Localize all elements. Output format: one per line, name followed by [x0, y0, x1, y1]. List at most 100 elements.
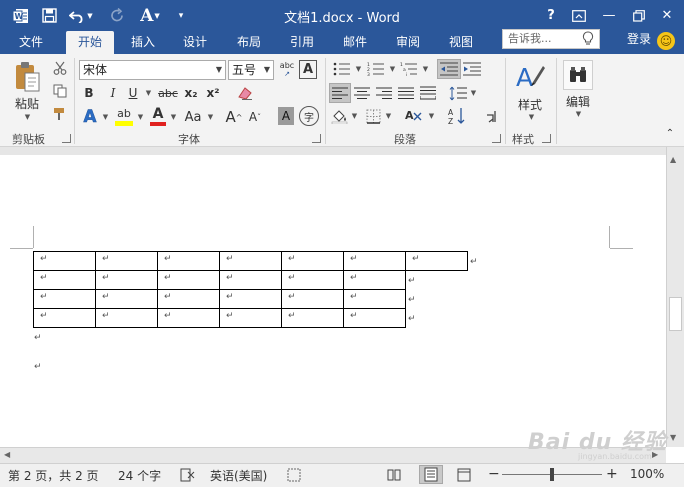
language-status[interactable]: 英语(美国)	[210, 467, 267, 484]
table-cell[interactable]: ↵	[281, 308, 344, 328]
table-cell[interactable]: ↵	[343, 270, 406, 290]
shading-dropdown-icon[interactable]: ▼	[349, 106, 359, 126]
italic-button[interactable]: I	[104, 84, 122, 102]
paste-button[interactable]: 粘贴	[8, 95, 46, 111]
zoom-level[interactable]: 100%	[630, 467, 664, 481]
table-cell[interactable]: ↵	[33, 289, 96, 309]
change-case-dropdown-icon[interactable]: ▼	[205, 106, 215, 128]
paragraph-shading-icon[interactable]	[329, 106, 349, 126]
font-name-combo[interactable]: 宋体 ▼	[79, 60, 226, 80]
zoom-out-button[interactable]: −	[488, 467, 500, 481]
bold-button[interactable]: B	[80, 84, 98, 102]
table-cell[interactable]: ↵	[95, 251, 158, 271]
line-spacing-dropdown-icon[interactable]: ▼	[468, 83, 478, 103]
line-spacing-icon[interactable]	[448, 83, 468, 103]
table-cell[interactable]: ↵	[405, 251, 468, 271]
table-cell[interactable]: ↵	[281, 289, 344, 309]
editing-dropdown-icon[interactable]: ▼	[571, 109, 585, 119]
table-cell[interactable]: ↵	[219, 270, 282, 290]
tab-review[interactable]: 审阅	[385, 31, 431, 54]
tell-me-search[interactable]: 告诉我...	[502, 29, 600, 49]
table-cell[interactable]: ↵	[343, 308, 406, 328]
tab-design[interactable]: 设计	[172, 31, 218, 54]
tab-mailings[interactable]: 邮件	[332, 31, 378, 54]
tab-insert[interactable]: 插入	[120, 31, 166, 54]
proofing-icon[interactable]	[180, 468, 196, 482]
table-cell[interactable]: ↵	[33, 308, 96, 328]
table-cell[interactable]: ↵	[95, 308, 158, 328]
document-table[interactable]: ↵ ↵ ↵ ↵ ↵ ↵ ↵ ↵ ↵ ↵ ↵ ↵ ↵ ↵ ↵ ↵ ↵ ↵ ↵ ↵ …	[33, 251, 468, 328]
bullets-icon[interactable]	[331, 60, 353, 78]
font-launcher-icon[interactable]	[312, 134, 321, 143]
table-cell[interactable]: ↵	[219, 308, 282, 328]
multilevel-dropdown-icon[interactable]: ▼	[420, 60, 430, 78]
align-left-icon[interactable]	[329, 83, 351, 103]
smiley-icon[interactable]: ☺	[657, 32, 675, 50]
font-color-dropdown-icon[interactable]: ▼	[168, 106, 178, 128]
increase-indent-icon[interactable]	[461, 59, 483, 79]
scroll-left-icon[interactable]: ◀	[4, 450, 10, 459]
scroll-up-icon[interactable]: ▲	[670, 155, 676, 164]
table-cell[interactable]: ↵	[157, 289, 220, 309]
page-count-status[interactable]: 第 2 页，共 2 页	[8, 467, 99, 484]
borders-dropdown-icon[interactable]: ▼	[383, 106, 393, 126]
tab-view[interactable]: 视图	[438, 31, 484, 54]
character-border-button[interactable]: A	[299, 60, 317, 79]
bullets-dropdown-icon[interactable]: ▼	[353, 60, 363, 78]
change-case-button[interactable]: Aa	[181, 106, 205, 128]
table-cell[interactable]: ↵	[157, 251, 220, 271]
ribbon-display-options-icon[interactable]	[568, 0, 590, 31]
close-button[interactable]: ✕	[656, 0, 678, 31]
font-color-button[interactable]: A	[148, 104, 168, 128]
justify-icon[interactable]	[396, 83, 416, 103]
phonetic-guide-button[interactable]: abc ↗	[278, 60, 296, 80]
vertical-scrollbar[interactable]: ▲ ▼	[666, 147, 684, 447]
paragraph-launcher-icon[interactable]	[492, 134, 501, 143]
table-cell[interactable]: ↵	[281, 270, 344, 290]
table-cell[interactable]: ↵	[343, 289, 406, 309]
word-count-status[interactable]: 24 个字	[118, 467, 161, 484]
web-layout-icon[interactable]	[457, 468, 471, 482]
borders-icon[interactable]	[363, 106, 383, 126]
table-cell[interactable]: ↵	[33, 251, 96, 271]
highlight-dropdown-icon[interactable]: ▼	[135, 106, 145, 128]
grow-font-button[interactable]: A ^	[226, 106, 243, 128]
cut-icon[interactable]	[50, 59, 70, 77]
table-cell[interactable]: ↵	[157, 308, 220, 328]
enclose-characters-button[interactable]: 字	[299, 106, 319, 126]
table-cell[interactable]: ↵	[281, 251, 344, 271]
read-mode-icon[interactable]	[387, 468, 401, 482]
zoom-in-button[interactable]: +	[606, 467, 618, 481]
clipboard-paste-icon[interactable]	[10, 58, 44, 96]
distributed-icon[interactable]	[418, 83, 438, 103]
sort-icon[interactable]: AZ	[446, 105, 468, 127]
subscript-button[interactable]: x₂	[182, 84, 200, 102]
tab-home[interactable]: 开始	[66, 31, 114, 54]
tab-references[interactable]: 引用	[279, 31, 325, 54]
highlight-button[interactable]: ab	[113, 104, 135, 128]
shrink-font-button[interactable]: Aˇ	[247, 106, 263, 128]
collapse-ribbon-icon[interactable]: ⌃	[663, 126, 677, 140]
scroll-down-icon[interactable]: ▼	[670, 433, 676, 442]
align-right-icon[interactable]	[374, 83, 394, 103]
copy-icon[interactable]	[50, 82, 70, 100]
chinese-layout-dropdown-icon[interactable]: ▼	[426, 106, 436, 126]
editing-button[interactable]: 编辑	[560, 93, 596, 109]
align-center-icon[interactable]	[352, 83, 372, 103]
clipboard-launcher-icon[interactable]	[62, 134, 71, 143]
styles-dropdown-icon[interactable]: ▼	[524, 112, 538, 122]
underline-dropdown-icon[interactable]: ▼	[143, 84, 153, 102]
table-cell[interactable]: ↵	[219, 289, 282, 309]
macro-recording-icon[interactable]	[287, 468, 301, 482]
styles-button[interactable]: 样式	[512, 96, 548, 112]
underline-button[interactable]: U	[124, 84, 142, 102]
text-effects-button[interactable]: A	[80, 106, 100, 128]
restore-icon[interactable]	[628, 0, 650, 31]
font-size-combo[interactable]: 五号 ▼	[228, 60, 274, 80]
multilevel-list-icon[interactable]: 1ai	[398, 60, 420, 78]
styles-gallery-icon[interactable]: A	[514, 59, 546, 91]
strikethrough-button[interactable]: abc	[157, 84, 179, 102]
character-shading-button[interactable]: A	[278, 107, 294, 125]
numbering-dropdown-icon[interactable]: ▼	[387, 60, 397, 78]
table-cell[interactable]: ↵	[33, 270, 96, 290]
